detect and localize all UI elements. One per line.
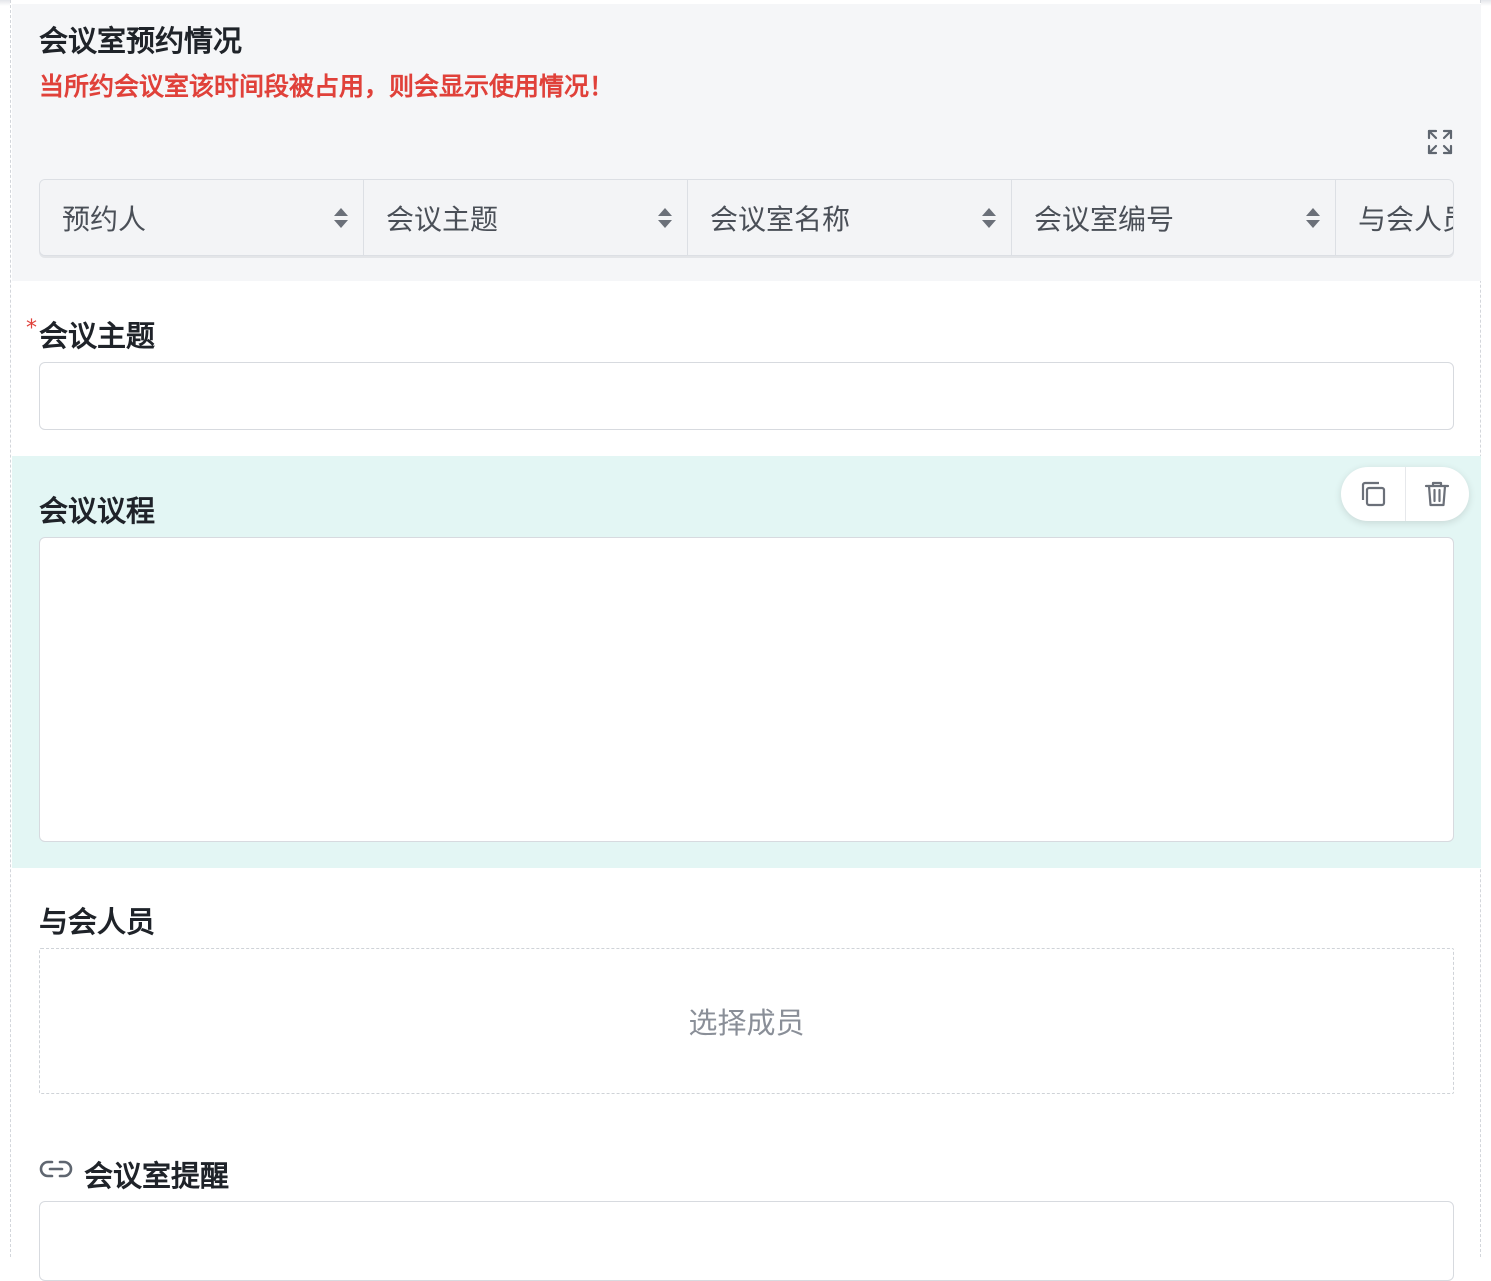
column-label: 预约人 (62, 202, 147, 236)
attendees-label: 与会人员 (39, 905, 156, 939)
delete-button[interactable] (1406, 467, 1470, 521)
booking-status-title: 会议室预约情况 (39, 24, 243, 58)
column-header-topic[interactable]: 会议主题 (364, 180, 688, 255)
copy-icon (1361, 481, 1385, 507)
select-members-text: 选择成员 (688, 1006, 805, 1040)
field-toolbar (1341, 467, 1469, 521)
column-label: 与会人员 (1358, 202, 1453, 236)
form-canvas: 会议室预约情况 当所约会议室该时间段被占用，则会显示使用情况！ 预约人 会议主题… (10, 0, 1481, 1281)
booking-warning-text: 当所约会议室该时间段被占用，则会显示使用情况！ (39, 72, 615, 101)
column-label: 会议主题 (386, 202, 499, 236)
reminder-label: 会议室提醒 (84, 1159, 230, 1193)
trash-icon (1425, 481, 1450, 507)
expand-icon[interactable] (1426, 128, 1454, 156)
topic-label: 会议主题 (39, 319, 156, 353)
topic-input[interactable] (39, 362, 1454, 430)
select-members-button[interactable]: 选择成员 (39, 948, 1454, 1094)
column-header-attendees[interactable]: 与会人员 (1336, 180, 1453, 255)
copy-button[interactable] (1341, 467, 1405, 521)
agenda-textarea[interactable] (39, 537, 1454, 842)
column-header-booker[interactable]: 预约人 (40, 180, 364, 255)
sort-icon[interactable] (981, 206, 997, 230)
column-header-room-name[interactable]: 会议室名称 (688, 180, 1012, 255)
link-icon (39, 1160, 73, 1178)
sort-icon[interactable] (657, 206, 673, 230)
sort-icon[interactable] (1305, 206, 1321, 230)
booking-status-panel: 会议室预约情况 当所约会议室该时间段被占用，则会显示使用情况！ 预约人 会议主题… (12, 4, 1481, 281)
required-marker: * (26, 316, 37, 341)
column-label: 会议室名称 (710, 202, 851, 236)
column-header-room-number[interactable]: 会议室编号 (1012, 180, 1336, 255)
agenda-label: 会议议程 (39, 494, 156, 528)
sort-icon[interactable] (333, 206, 349, 230)
reminder-input[interactable] (39, 1201, 1454, 1281)
column-label: 会议室编号 (1034, 202, 1175, 236)
booking-table-header: 预约人 会议主题 会议室名称 会议室编号 与会人 (39, 179, 1454, 256)
